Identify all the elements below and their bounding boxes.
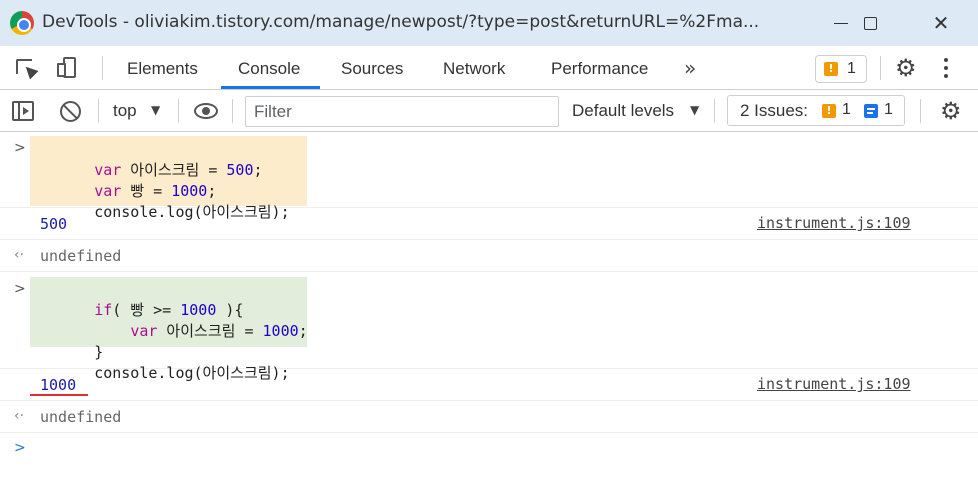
warning-icon: ! <box>822 104 836 118</box>
active-tab-indicator <box>221 86 320 89</box>
settings-gear-icon[interactable]: ⚙ <box>895 56 917 80</box>
maximize-icon <box>863 16 877 30</box>
console-return-entry: ‹· undefined <box>0 241 978 272</box>
toolbar-divider <box>178 99 179 123</box>
warning-icon: ! <box>824 62 838 76</box>
more-tabs-button[interactable]: » <box>684 56 696 80</box>
issues-label: 2 Issues: <box>740 101 809 120</box>
more-options-icon[interactable] <box>944 58 948 80</box>
maximize-button[interactable] <box>841 0 899 46</box>
device-toolbar-icon[interactable] <box>56 56 82 80</box>
context-selector[interactable]: top <box>113 101 137 121</box>
console-input-entry: > var 아이스크림 = 500; var 빵 = 1000; console… <box>0 132 978 221</box>
issues-button[interactable]: 2 Issues: ! 1 1 <box>727 95 905 126</box>
filter-input[interactable] <box>245 96 559 127</box>
tab-performance[interactable]: Performance <box>551 59 648 79</box>
window-title: DevTools - oliviakim.tistory.com/manage/… <box>42 12 760 32</box>
issues-warning-count: 1 <box>842 101 851 118</box>
tab-sources[interactable]: Sources <box>341 59 403 79</box>
warnings-badge[interactable]: ! 1 <box>815 55 867 83</box>
chrome-logo-icon <box>10 11 34 35</box>
tab-elements[interactable]: Elements <box>127 59 198 79</box>
show-sidebar-icon[interactable] <box>12 101 34 121</box>
annotation-underline <box>30 394 88 396</box>
tab-console[interactable]: Console <box>238 59 300 79</box>
close-button[interactable]: ✕ <box>912 0 970 46</box>
source-link[interactable]: instrument.js:109 <box>757 375 911 393</box>
window-titlebar: DevTools - oliviakim.tistory.com/manage/… <box>0 0 978 46</box>
toolbar-divider <box>232 99 233 123</box>
console-log-entry: 1000 instrument.js:109 <box>0 370 978 401</box>
toolbar-divider <box>714 99 715 123</box>
toolbar-divider <box>920 99 921 123</box>
clear-console-icon[interactable] <box>60 101 81 122</box>
log-value: 1000 <box>40 376 77 394</box>
issues-info-count: 1 <box>884 101 893 118</box>
return-value-icon: ‹· <box>14 247 25 263</box>
log-levels-dropdown[interactable]: Default levels <box>572 101 674 121</box>
console-return-entry: ‹· undefined <box>0 402 978 433</box>
toolbar-divider <box>880 56 881 80</box>
log-value: 500 <box>40 215 68 233</box>
console-prompt[interactable]: > <box>0 434 978 479</box>
warnings-count: 1 <box>847 60 856 77</box>
caret-down-icon: ▼ <box>690 103 700 117</box>
toolbar-divider <box>98 99 99 123</box>
inspect-element-icon[interactable] <box>14 56 40 80</box>
caret-down-icon: ▼ <box>151 103 161 117</box>
input-prompt-icon: > <box>14 140 26 156</box>
prompt-chevron-icon: > <box>14 440 26 456</box>
console-settings-gear-icon[interactable]: ⚙ <box>940 99 962 123</box>
console-log-entry: 500 instrument.js:109 <box>0 209 978 240</box>
live-expression-eye-icon[interactable] <box>194 103 218 119</box>
console-output: > var 아이스크림 = 500; var 빵 = 1000; console… <box>0 132 978 479</box>
return-value-icon: ‹· <box>14 408 25 424</box>
toolbar-divider <box>102 56 103 80</box>
tab-network[interactable]: Network <box>443 59 505 79</box>
input-prompt-icon: > <box>14 281 26 297</box>
console-input-entry: > if( 빵 >= 1000 ){ var 아이스크림 = 1000; } c… <box>0 273 978 382</box>
return-value: undefined <box>40 247 122 265</box>
return-value: undefined <box>40 408 122 426</box>
source-link[interactable]: instrument.js:109 <box>757 214 911 232</box>
info-message-icon <box>864 104 878 118</box>
